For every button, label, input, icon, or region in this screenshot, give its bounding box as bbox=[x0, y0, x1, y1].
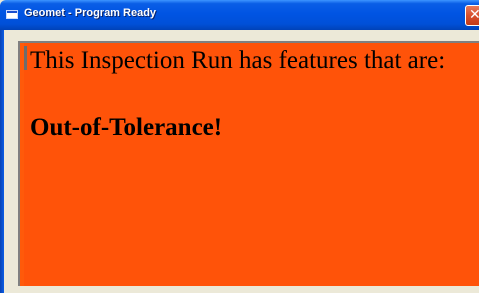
close-icon: ✕ bbox=[469, 7, 479, 23]
window-frame-left bbox=[0, 30, 4, 293]
close-button[interactable]: ✕ bbox=[465, 5, 479, 26]
message-line-2: Out-of-Tolerance! bbox=[30, 114, 223, 141]
message-panel: This Inspection Run has features that ar… bbox=[24, 43, 479, 286]
text-caret bbox=[24, 46, 27, 70]
window-icon bbox=[6, 10, 18, 19]
title-bar[interactable]: Geomet - Program Ready ✕ bbox=[0, 0, 479, 30]
window-title: Geomet - Program Ready bbox=[24, 7, 157, 19]
program-ready-window: Geomet - Program Ready ✕ This Inspection… bbox=[0, 0, 479, 293]
message-frame: This Inspection Run has features that ar… bbox=[18, 41, 479, 286]
message-line-1: This Inspection Run has features that ar… bbox=[30, 47, 446, 74]
